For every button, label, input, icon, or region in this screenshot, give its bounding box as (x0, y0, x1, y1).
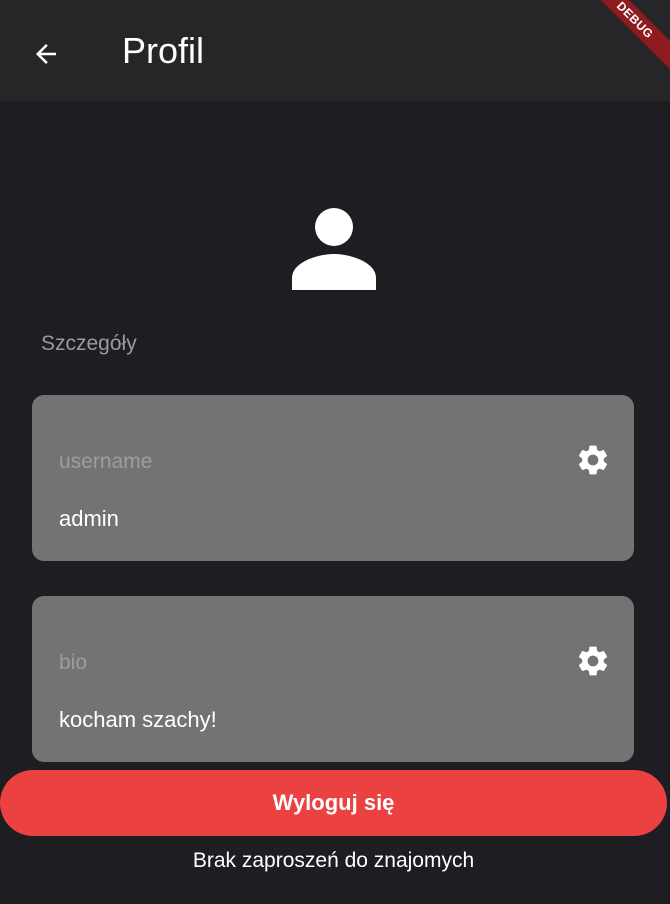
logout-button[interactable]: Wyloguj się (0, 770, 667, 836)
edit-bio-button[interactable] (574, 642, 612, 680)
section-label-details: Szczegóły (41, 332, 137, 355)
back-button[interactable] (20, 28, 72, 80)
arrow-left-icon (36, 44, 56, 64)
username-field-label: username (59, 450, 153, 473)
gear-icon (578, 445, 608, 475)
bio-field-label: bio (59, 651, 88, 674)
gear-icon (578, 646, 608, 676)
app-bar: Profil (0, 0, 670, 101)
edit-username-button[interactable] (574, 441, 612, 479)
person-icon (292, 208, 376, 290)
friend-invitations-status: Brak zaproszeń do znajomych (192, 849, 475, 872)
username-field[interactable]: username admin (32, 395, 634, 561)
page-title: Profil (122, 30, 205, 71)
username-field-value: admin (59, 506, 119, 531)
avatar (288, 204, 380, 292)
bio-field-value: kocham szachy! (59, 707, 217, 732)
bio-field[interactable]: bio kocham szachy! (32, 596, 634, 762)
